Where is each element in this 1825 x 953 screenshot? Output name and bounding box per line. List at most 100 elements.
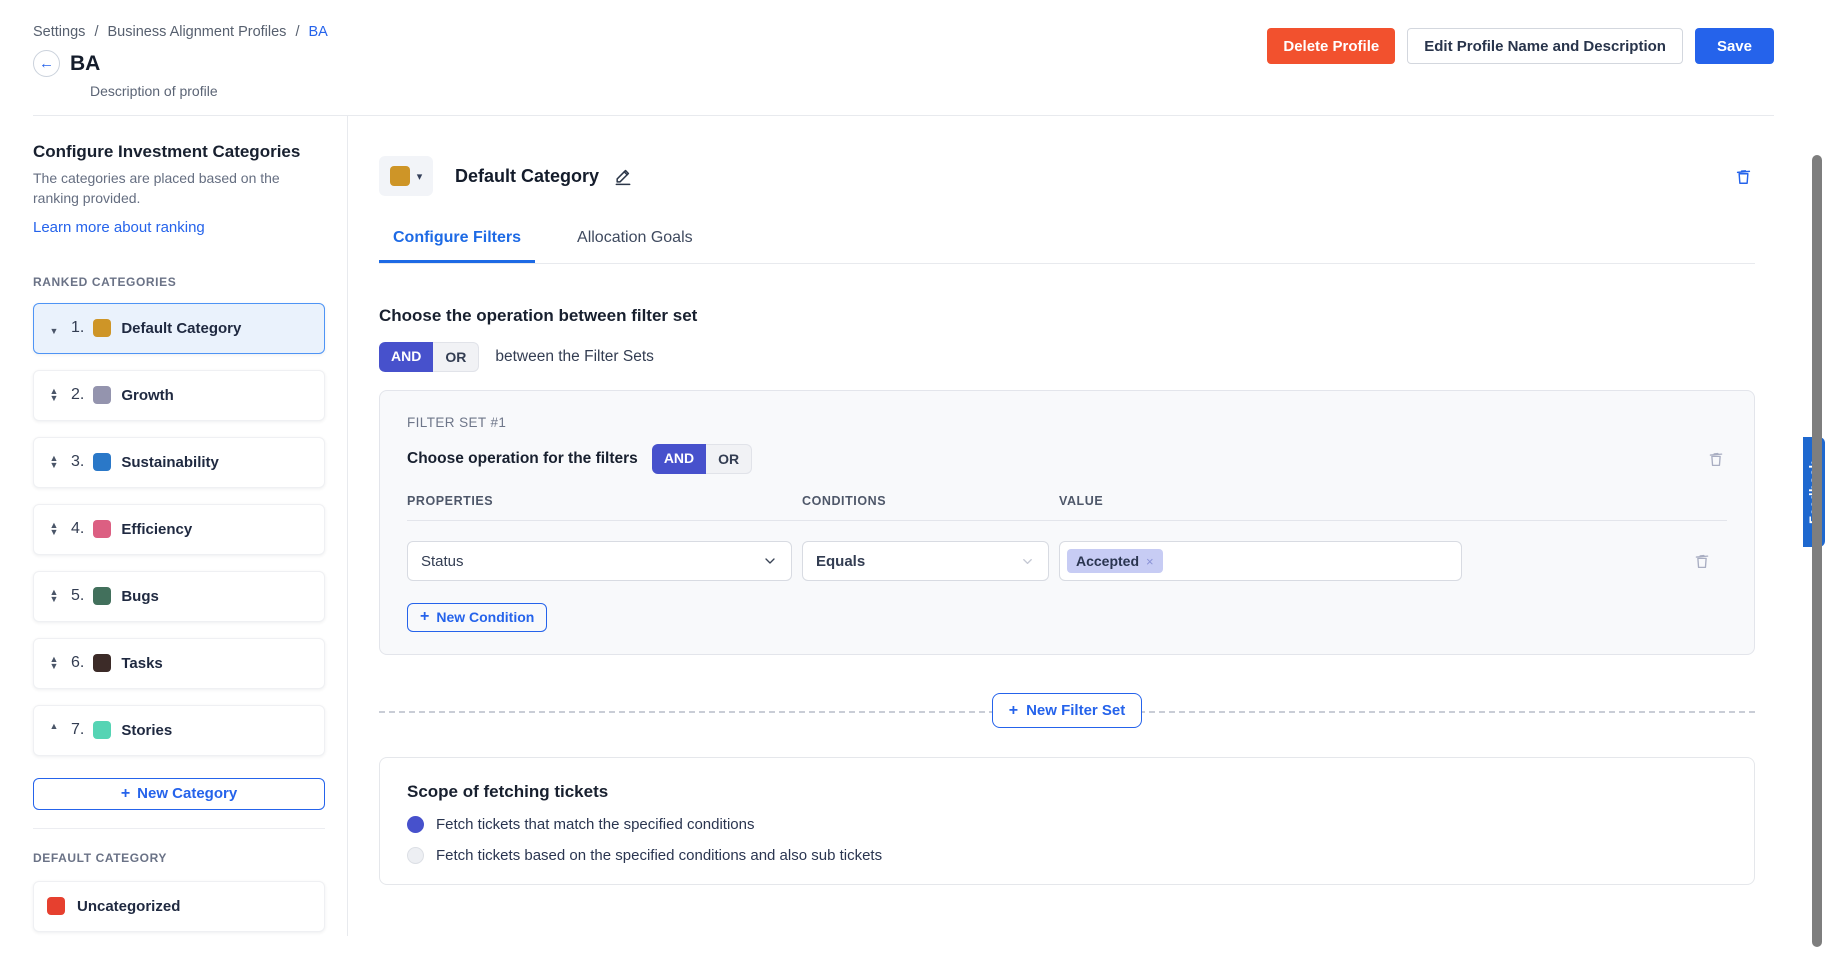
content: Configure Investment Categories The cate… [0, 116, 1825, 936]
and-or-toggle: AND OR [379, 342, 479, 372]
category-rank: 5. [71, 587, 84, 605]
filter-set-card: FILTER SET #1 Choose operation for the f… [379, 390, 1755, 655]
category-item-default-category[interactable]: ▲ ▼ 1. Default Category [33, 303, 325, 354]
tab-allocation-goals[interactable]: Allocation Goals [563, 218, 707, 263]
category-rank: 1. [71, 319, 84, 337]
category-name: Stories [121, 722, 172, 739]
category-rank: 6. [71, 654, 84, 672]
reorder-arrows: ▲ ▼ [47, 589, 61, 603]
category-color-swatch [93, 319, 111, 337]
save-button[interactable]: Save [1695, 28, 1774, 64]
delete-category-button[interactable] [1732, 165, 1755, 188]
category-color-swatch [93, 453, 111, 471]
category-item-efficiency[interactable]: ▲ ▼ 4. Efficiency [33, 504, 325, 555]
category-color-swatch [93, 721, 111, 739]
radio-button[interactable] [407, 816, 424, 833]
new-filter-set-button[interactable]: + New Filter Set [992, 693, 1143, 728]
category-item-bugs[interactable]: ▲ ▼ 5. Bugs [33, 571, 325, 622]
new-category-button[interactable]: + New Category [33, 778, 325, 810]
reorder-arrows: ▲ ▼ [47, 455, 61, 469]
category-name: Sustainability [121, 454, 219, 471]
property-select[interactable]: Status [407, 541, 792, 581]
trash-icon [1734, 167, 1753, 186]
category-title: Default Category [455, 166, 599, 187]
reorder-arrows: ▲ ▼ [47, 656, 61, 670]
vertical-scrollbar-thumb[interactable] [1812, 155, 1822, 947]
plus-icon: + [1009, 703, 1018, 719]
category-item-growth[interactable]: ▲ ▼ 2. Growth [33, 370, 325, 421]
reorder-arrows: ▲ ▼ [47, 522, 61, 536]
move-up-icon[interactable]: ▲ [50, 723, 59, 730]
scope-option-label: Fetch tickets that match the specified c… [436, 816, 755, 833]
category-header: ▾ Default Category [379, 156, 1755, 196]
move-down-icon[interactable]: ▼ [50, 395, 59, 402]
profile-description: Description of profile [90, 83, 328, 99]
category-rank: 4. [71, 520, 84, 538]
new-condition-button[interactable]: + New Condition [407, 603, 547, 632]
breadcrumb-current: BA [309, 24, 328, 40]
scope-card: Scope of fetching tickets Fetch tickets … [379, 757, 1755, 885]
title-row: ← BA [33, 50, 328, 77]
breadcrumb-settings[interactable]: Settings [33, 24, 85, 40]
filters-operation-row: Choose operation for the filters AND OR [407, 444, 1727, 474]
or-toggle-option[interactable]: OR [706, 444, 752, 474]
category-rank: 3. [71, 453, 84, 471]
scope-option-match-conditions[interactable]: Fetch tickets that match the specified c… [407, 816, 1727, 833]
edit-category-name-button[interactable] [611, 164, 635, 188]
property-select-value: Status [421, 553, 464, 570]
header-left: Settings / Business Alignment Profiles /… [33, 24, 328, 99]
tab-configure-filters[interactable]: Configure Filters [379, 218, 535, 263]
tab-bar: Configure Filters Allocation Goals [379, 218, 1755, 264]
move-down-icon[interactable]: ▼ [50, 596, 59, 603]
back-button[interactable]: ← [33, 50, 60, 77]
edit-profile-button[interactable]: Edit Profile Name and Description [1407, 28, 1683, 64]
category-item-uncategorized[interactable]: Uncategorized [33, 881, 325, 932]
sidebar-subtitle: The categories are placed based on the r… [33, 168, 325, 209]
delete-profile-button[interactable]: Delete Profile [1267, 28, 1395, 64]
category-item-sustainability[interactable]: ▲ ▼ 3. Sustainability [33, 437, 325, 488]
filter-set-label: FILTER SET #1 [407, 415, 1727, 430]
column-header-value: VALUE [1059, 494, 1462, 508]
scope-option-label: Fetch tickets based on the specified con… [436, 847, 882, 864]
breadcrumb-profiles[interactable]: Business Alignment Profiles [108, 24, 287, 40]
new-category-label: New Category [137, 785, 237, 802]
main-panel: ▾ Default Category Configure Filters All… [348, 116, 1825, 936]
category-item-tasks[interactable]: ▲ ▼ 6. Tasks [33, 638, 325, 689]
filter-condition-row: Status Equals Accepted × [407, 541, 1727, 581]
chevron-down-icon: ▾ [417, 170, 423, 183]
value-chip-label: Accepted [1076, 553, 1139, 569]
category-item-stories[interactable]: ▲ ▼ 7. Stories [33, 705, 325, 756]
radio-button[interactable] [407, 847, 424, 864]
delete-condition-button[interactable] [1691, 550, 1727, 572]
sidebar: Configure Investment Categories The cate… [33, 116, 325, 936]
category-color-swatch [93, 587, 111, 605]
plus-icon: + [121, 786, 130, 802]
top-header: Settings / Business Alignment Profiles /… [0, 0, 1825, 99]
and-toggle-option[interactable]: AND [379, 342, 433, 372]
and-toggle-option[interactable]: AND [652, 444, 706, 474]
category-color-swatch [93, 520, 111, 538]
category-color-swatch [47, 897, 65, 915]
scope-option-include-sub-tickets[interactable]: Fetch tickets based on the specified con… [407, 847, 1727, 864]
toggle-suffix-text: between the Filter Sets [495, 348, 654, 366]
filters-operation-label: Choose operation for the filters [407, 450, 638, 468]
move-down-icon[interactable]: ▼ [50, 529, 59, 536]
category-name: Efficiency [121, 521, 192, 538]
chip-close-icon[interactable]: × [1146, 554, 1154, 569]
filter-column-headers: PROPERTIES CONDITIONS VALUE [407, 494, 1727, 521]
learn-more-link[interactable]: Learn more about ranking [33, 219, 205, 236]
page-title: BA [70, 52, 100, 76]
header-actions: Delete Profile Edit Profile Name and Des… [1267, 28, 1774, 64]
breadcrumb-separator: / [94, 24, 98, 40]
move-down-icon[interactable]: ▼ [50, 663, 59, 670]
move-down-icon[interactable]: ▼ [50, 462, 59, 469]
delete-filter-set-button[interactable] [1705, 448, 1727, 470]
category-color-dropdown[interactable]: ▾ [379, 156, 433, 196]
move-down-icon[interactable]: ▼ [50, 328, 59, 335]
category-color-swatch [390, 166, 410, 186]
value-input[interactable]: Accepted × [1059, 541, 1462, 581]
trash-icon [1693, 552, 1711, 570]
chevron-down-icon [1020, 554, 1035, 569]
or-toggle-option[interactable]: OR [433, 342, 479, 372]
condition-select[interactable]: Equals [802, 541, 1049, 581]
